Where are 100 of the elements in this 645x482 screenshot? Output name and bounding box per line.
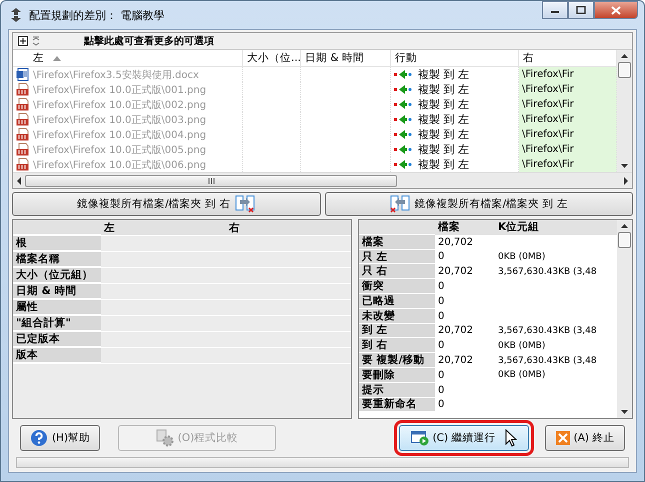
arrow-left-icon — [394, 160, 412, 169]
column-header[interactable]: 右 — [523, 51, 534, 65]
arrow-left-icon — [394, 100, 412, 109]
sync-icon — [9, 7, 23, 23]
row-label: 要刪除 — [359, 368, 435, 383]
grip-icon — [208, 178, 214, 184]
vertical-scrollbar[interactable] — [617, 220, 632, 418]
column-header[interactable]: 大小（位... — [247, 51, 300, 65]
file-path: \Firefox\Firefox3.5安裝與使用.docx — [33, 68, 199, 82]
image-file-icon — [16, 128, 29, 141]
table-cell: 0 — [438, 251, 444, 262]
file-path: \Firefox\Firefox 10.0正式版\004.png — [33, 128, 206, 142]
mirror-button[interactable]: 鏡像複製所有檔案/檔案夾 到 左 — [324, 192, 633, 216]
row-label: 屬性 — [13, 300, 101, 315]
action-text: 複製 到 左 — [418, 127, 469, 142]
arrow-left-icon — [394, 85, 412, 94]
row-label: 日期 & 時間 — [13, 284, 101, 299]
play-icon — [410, 430, 429, 446]
table-cell: 3,567,630.43KB (3,48 — [498, 266, 597, 277]
vertical-scrollbar[interactable] — [617, 50, 632, 172]
image-file-icon — [16, 158, 29, 171]
copy-right-icon — [235, 195, 256, 213]
arrow-left-icon — [394, 70, 412, 79]
column-header: K位元組 — [497, 220, 540, 235]
table-cell: 20,702 — [438, 325, 473, 336]
scroll-right-icon[interactable] — [623, 176, 629, 184]
maximize-button[interactable] — [568, 1, 594, 19]
table-cell: 0KB (0MB) — [498, 252, 546, 262]
action-text: 複製 到 左 — [418, 112, 469, 127]
column-header: 右 — [228, 220, 241, 235]
action-button[interactable]: (A) 終止 — [545, 425, 625, 451]
table-cell: 0KB (0MB) — [498, 340, 546, 351]
row-label: 要 複製/移動 — [359, 353, 435, 368]
column-header[interactable]: 左 — [33, 51, 44, 65]
image-file-icon — [16, 143, 29, 156]
row-label: 版本 — [13, 348, 101, 363]
file-path: \Firefox\Fir — [519, 142, 617, 157]
minimize-button[interactable] — [542, 1, 568, 19]
row-label: 只 左 — [359, 250, 435, 264]
close-icon — [556, 431, 570, 445]
row-label: 衝突 — [359, 279, 435, 294]
file-path: \Firefox\Firefox 10.0正式版\005.png — [33, 144, 206, 156]
arrow-left-icon — [394, 115, 412, 124]
action-text: 複製 到 左 — [418, 82, 469, 97]
maximize-icon — [576, 6, 586, 14]
hint-text[interactable]: 點擊此處可查看更多的可選項 — [84, 34, 214, 48]
help-icon — [30, 429, 48, 447]
row-label: 未改變 — [359, 308, 435, 324]
row-label: "組合計算" — [13, 316, 101, 331]
row-label: 已定版本 — [13, 332, 101, 347]
column-header[interactable]: 日期 & 時間 — [305, 51, 364, 65]
action-text: 複製 到 左 — [418, 157, 469, 172]
file-path: \Firefox\Firefox 10.0正式版\006.png — [33, 158, 206, 172]
action-text: 複製 到 左 — [418, 142, 469, 157]
table-cell: 0 — [438, 399, 444, 410]
mouse-cursor-icon — [505, 429, 518, 447]
action-text: 複製 到 左 — [418, 67, 469, 82]
arrow-left-icon — [394, 145, 412, 154]
row-label: 檔案 — [359, 234, 435, 250]
table-cell: 3,567,630.43KB (3,48 — [498, 326, 597, 336]
copy-left-icon — [390, 195, 410, 213]
scrollbar-thumb[interactable] — [618, 232, 631, 248]
row-label: 要重新命名 — [359, 398, 435, 412]
image-file-icon — [16, 83, 29, 96]
mirror-button[interactable]: 鏡像複製所有檔案/檔案夾 到 右 — [12, 192, 320, 216]
row-label: 到 右 — [359, 338, 435, 354]
horizontal-scrollbar[interactable] — [13, 172, 632, 188]
file-path: \Firefox\Fir — [519, 67, 617, 82]
file-path: \Firefox\Fir — [519, 97, 617, 112]
table-cell: 0 — [438, 384, 444, 396]
table-cell: 20,702 — [438, 355, 473, 366]
window-title: 配置規劃的差別： 電腦教學 — [29, 8, 164, 22]
action-button[interactable]: (H)幫助 — [20, 425, 100, 451]
row-label: 根 — [13, 236, 101, 251]
column-header[interactable]: 行動 — [395, 51, 417, 65]
file-path: \Firefox\Fir — [519, 157, 617, 172]
table-cell: 0 — [438, 296, 444, 307]
table-cell: 0 — [438, 310, 444, 322]
column-header: 左 — [102, 220, 116, 235]
row-label: 已略過 — [359, 294, 435, 309]
row-label: 檔案名稱 — [13, 252, 101, 267]
gear-icon — [156, 429, 174, 447]
table-cell: 0 — [438, 370, 444, 381]
table-cell: 3,567,630.43KB (3,48 — [498, 356, 597, 366]
file-path: \Firefox\Firefox 10.0正式版\003.png — [33, 114, 206, 126]
table-cell: 0 — [438, 340, 444, 352]
image-file-icon — [16, 113, 29, 126]
file-path: \Firefox\Fir — [519, 82, 617, 97]
table-cell: 0KB (0MB) — [498, 370, 546, 380]
file-path: \Firefox\Firefox 10.0正式版\002.png — [33, 98, 206, 112]
expand-icon[interactable] — [18, 36, 28, 46]
scrollbar-thumb[interactable] — [618, 62, 631, 78]
image-file-icon — [16, 98, 29, 111]
close-button[interactable] — [594, 1, 638, 19]
table-cell: 20,702 — [438, 236, 473, 248]
table-cell: 0 — [438, 281, 444, 292]
scroll-left-icon[interactable] — [16, 176, 22, 184]
row-label: 只 右 — [359, 264, 435, 280]
action-text: 複製 到 左 — [418, 97, 469, 112]
collapse-icon[interactable] — [32, 36, 40, 46]
